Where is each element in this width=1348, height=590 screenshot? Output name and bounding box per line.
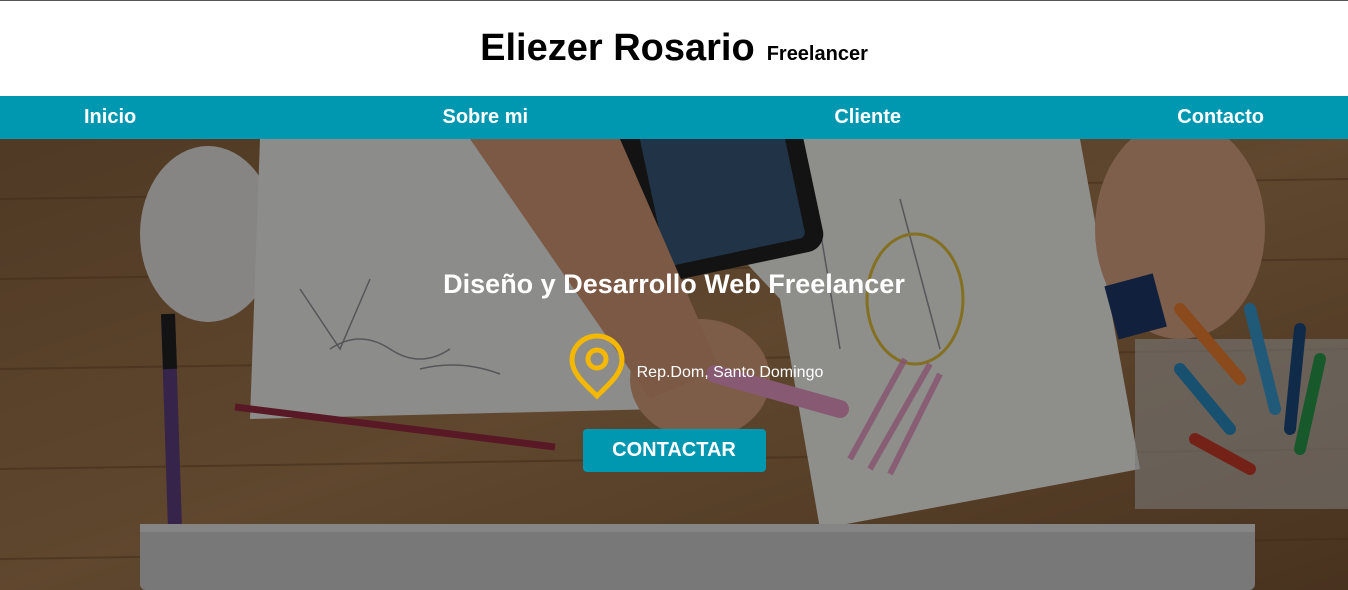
site-subtitle: Freelancer <box>766 43 868 65</box>
location-label: Rep.Dom, Santo Domingo <box>636 363 824 381</box>
location-block: Rep.Dom, Santo Domingo <box>567 332 824 405</box>
nav-item-inicio[interactable]: Inicio <box>84 106 136 129</box>
nav-item-cliente[interactable]: Cliente <box>834 106 901 129</box>
map-pin-icon <box>567 332 627 405</box>
hero-section: Diseño y Desarrollo Web Freelancer Rep.D… <box>0 139 1348 590</box>
site-header: Eliezer Rosario Freelancer <box>0 1 1348 96</box>
site-title: Eliezer Rosario <box>480 27 755 69</box>
hero-content: Diseño y Desarrollo Web Freelancer Rep.D… <box>0 139 1348 590</box>
nav-item-sobre-mi[interactable]: Sobre mi <box>443 106 529 129</box>
contactar-button[interactable]: CONTACTAR <box>582 429 766 472</box>
nav-item-contacto[interactable]: Contacto <box>1177 106 1264 129</box>
hero-title: Diseño y Desarrollo Web Freelancer <box>443 269 905 299</box>
main-nav: Inicio Sobre mi Cliente Contacto <box>0 96 1348 139</box>
